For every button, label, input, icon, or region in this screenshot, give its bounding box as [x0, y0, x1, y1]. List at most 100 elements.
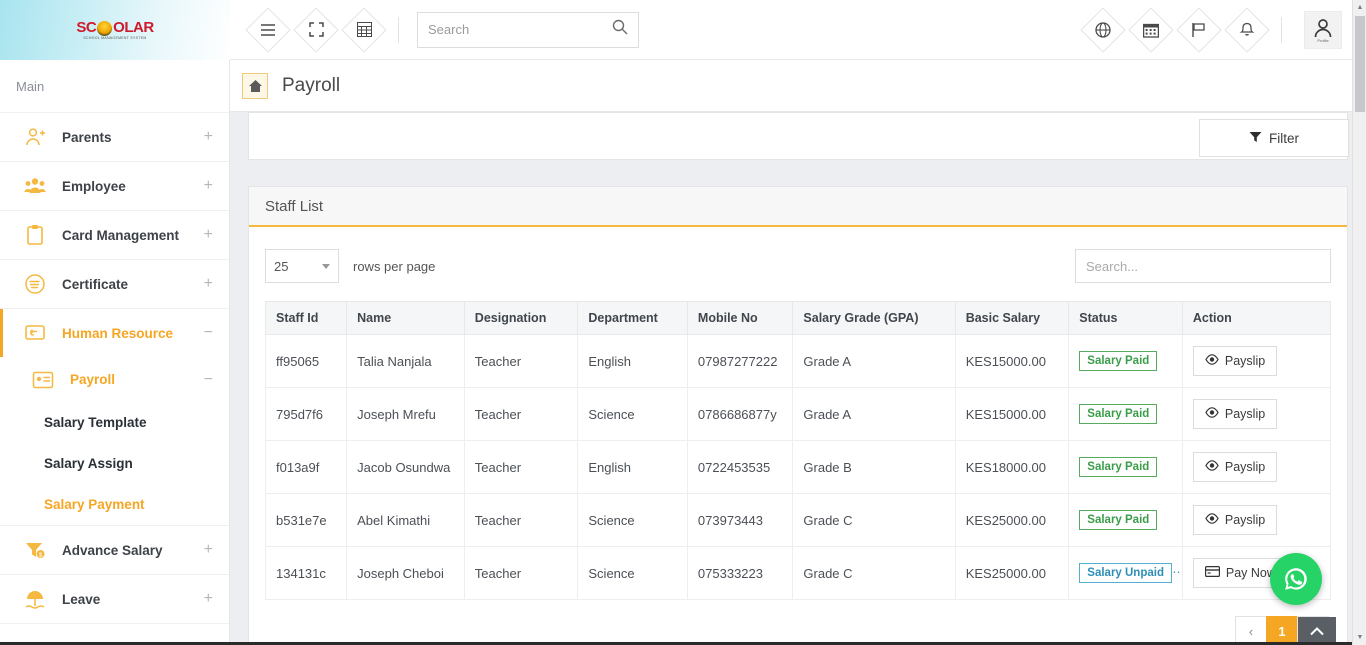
page-scrollbar[interactable]: ▲ ▼: [1352, 0, 1366, 645]
flag-icon[interactable]: [1177, 8, 1221, 52]
calendar-icon[interactable]: [1129, 8, 1173, 52]
filter-button[interactable]: Filter: [1199, 119, 1349, 157]
cell-status: Salary Paid: [1069, 494, 1183, 547]
cell-department: Science: [578, 494, 688, 547]
cell-name: Joseph Cheboi: [347, 547, 465, 600]
cell-status: Salary Paid: [1069, 441, 1183, 494]
app-root: SC OLAR SCHOOL MANAGEMENT SYSTEM: [0, 0, 1366, 645]
sidebar-item-advance-salary[interactable]: $ Advance Salary +: [0, 525, 229, 574]
expander-icon[interactable]: +: [204, 276, 213, 292]
scroll-to-top-button[interactable]: [1298, 617, 1336, 645]
payslip-button[interactable]: Payslip: [1193, 346, 1277, 376]
fullscreen-icon[interactable]: [294, 8, 338, 52]
cell-mobile: 07987277222: [687, 335, 792, 388]
pagination-page-1[interactable]: 1: [1266, 616, 1298, 645]
action-button-label: Payslip: [1225, 354, 1265, 368]
sidebar-item-leave[interactable]: Leave +: [0, 574, 229, 623]
bell-icon[interactable]: [1225, 8, 1269, 52]
cell-staff-id: f013a9f: [266, 441, 347, 494]
scrollbar-up-arrow[interactable]: ▲: [1353, 0, 1366, 15]
sidebar-subitem-salary-payment[interactable]: Salary Payment: [0, 484, 229, 525]
credit-card-icon: [1205, 566, 1220, 580]
logo-text: SC OLAR: [76, 20, 153, 35]
cell-department: Science: [578, 388, 688, 441]
home-icon[interactable]: [242, 73, 268, 99]
staff-list-header: Staff List: [249, 187, 1347, 227]
global-search[interactable]: [417, 12, 639, 48]
table-row: 134131cJoseph CheboiTeacherScience075333…: [266, 547, 1331, 600]
sidebar-item-card-management[interactable]: Card Management +: [0, 210, 229, 259]
table-col-header: Designation: [464, 302, 578, 335]
table-search-input[interactable]: [1086, 259, 1320, 274]
cell-salary: KES15000.00: [955, 335, 1069, 388]
parent-user-icon: [20, 122, 50, 152]
sidebar-item-certificate[interactable]: Certificate +: [0, 259, 229, 308]
cell-salary: KES25000.00: [955, 494, 1069, 547]
table-col-header: Basic Salary: [955, 302, 1069, 335]
grid-apps-icon[interactable]: [342, 8, 386, 52]
cell-designation: Teacher: [464, 441, 578, 494]
sidebar-subitem-salary-template[interactable]: Salary Template: [0, 402, 229, 443]
table-row: ff95065Talia NanjalaTeacherEnglish079872…: [266, 335, 1331, 388]
avatar-caption: Profile: [1317, 38, 1328, 43]
clipboard-card-icon: [20, 220, 50, 250]
sidebar-item-payroll[interactable]: Payroll −: [0, 357, 229, 402]
top-navbar: SC OLAR SCHOOL MANAGEMENT SYSTEM: [0, 0, 1366, 60]
expander-icon[interactable]: −: [204, 325, 213, 341]
table-search[interactable]: [1075, 249, 1331, 283]
expander-icon[interactable]: +: [204, 178, 213, 194]
search-icon[interactable]: [612, 19, 628, 40]
payslip-button[interactable]: Payslip: [1193, 505, 1277, 535]
payslip-button[interactable]: Payslip: [1193, 399, 1277, 429]
sidebar-item-employee[interactable]: Employee +: [0, 161, 229, 210]
expander-icon[interactable]: +: [204, 227, 213, 243]
sidebar-item-label: Leave: [62, 592, 204, 607]
rows-per-page-select[interactable]: 25: [265, 249, 339, 283]
chevron-down-icon: [322, 264, 330, 269]
expander-icon[interactable]: +: [204, 129, 213, 145]
sidebar-item-label: Advance Salary: [62, 543, 204, 558]
sidebar-item-parents[interactable]: Parents +: [0, 112, 229, 161]
sidebar: Main Parents + Employee + Card Mana: [0, 60, 230, 645]
cell-department: English: [578, 441, 688, 494]
action-button-label: Payslip: [1225, 460, 1265, 474]
sidebar-item-label: Parents: [62, 130, 204, 145]
pagination-prev[interactable]: ‹: [1235, 616, 1267, 645]
cell-staff-id: 134131c: [266, 547, 347, 600]
rows-per-page-label: rows per page: [353, 259, 435, 274]
cell-staff-id: ff95065: [266, 335, 347, 388]
hamburger-menu-icon[interactable]: [246, 8, 290, 52]
table-body: ff95065Talia NanjalaTeacherEnglish079872…: [266, 335, 1331, 600]
globe-icon[interactable]: [1081, 8, 1125, 52]
logo-bulb-icon: [97, 21, 112, 36]
sidebar-item-label: Card Management: [62, 228, 204, 243]
brand-logo[interactable]: SC OLAR SCHOOL MANAGEMENT SYSTEM: [0, 0, 230, 60]
filter-button-label: Filter: [1269, 131, 1299, 146]
payslip-button[interactable]: Payslip: [1193, 452, 1277, 482]
table-col-header: Department: [578, 302, 688, 335]
cell-staff-id: 795d7f6: [266, 388, 347, 441]
page-scrollbar-thumb[interactable]: [1355, 16, 1365, 112]
table-col-header: Name: [347, 302, 465, 335]
cell-name: Jacob Osundwa: [347, 441, 465, 494]
scrollbar-down-arrow[interactable]: ▼: [1353, 630, 1366, 645]
sidebar-subitem-label: Salary Template: [44, 415, 147, 430]
whatsapp-float-button[interactable]: [1270, 553, 1322, 605]
expander-icon[interactable]: +: [204, 591, 213, 607]
advance-salary-funnel-icon: $: [20, 535, 50, 565]
cell-designation: Teacher: [464, 335, 578, 388]
sidebar-subitem-salary-assign[interactable]: Salary Assign: [0, 443, 229, 484]
expander-icon[interactable]: −: [204, 372, 213, 388]
sidebar-section-label: Main: [0, 60, 229, 112]
table-row: b531e7eAbel KimathiTeacherScience0739734…: [266, 494, 1331, 547]
search-input[interactable]: [428, 22, 612, 37]
status-badge: Salary Unpaid: [1079, 563, 1172, 583]
cell-mobile: 0786686877y: [687, 388, 792, 441]
avatar[interactable]: Profile: [1304, 11, 1342, 49]
funnel-icon: [1249, 131, 1262, 146]
whatsapp-icon: [1281, 564, 1311, 594]
cell-name: Abel Kimathi: [347, 494, 465, 547]
expander-icon[interactable]: +: [204, 542, 213, 558]
sidebar-item-human-resource[interactable]: Human Resource −: [0, 308, 229, 357]
cell-staff-id: b531e7e: [266, 494, 347, 547]
